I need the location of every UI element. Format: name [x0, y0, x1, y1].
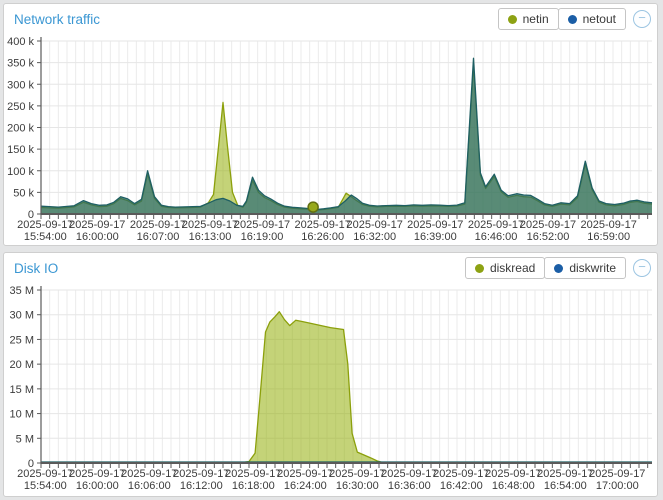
svg-text:2025-09-17: 2025-09-17: [69, 219, 125, 231]
legend-label: diskwrite: [569, 261, 616, 275]
svg-text:15 M: 15 M: [10, 384, 34, 396]
disk-io-chart[interactable]: 05 M10 M15 M20 M25 M30 M35 M2025-09-1715…: [4, 281, 654, 493]
svg-text:2025-09-17: 2025-09-17: [468, 219, 524, 231]
collapse-icon[interactable]: −: [633, 10, 651, 28]
svg-text:16:00:00: 16:00:00: [76, 231, 119, 243]
svg-text:2025-09-17: 2025-09-17: [182, 219, 238, 231]
disk-legend: diskread diskwrite: [466, 257, 626, 279]
svg-text:16:12:00: 16:12:00: [180, 480, 223, 492]
legend-item-netout[interactable]: netout: [558, 8, 626, 30]
svg-text:200 k: 200 k: [7, 123, 34, 135]
legend-label: diskread: [490, 261, 535, 275]
svg-text:2025-09-17: 2025-09-17: [17, 219, 73, 231]
svg-text:16:36:00: 16:36:00: [388, 480, 431, 492]
svg-text:2025-09-17: 2025-09-17: [347, 219, 403, 231]
svg-text:16:13:00: 16:13:00: [189, 231, 232, 243]
svg-text:2025-09-17: 2025-09-17: [173, 468, 229, 480]
disk-io-panel: Disk IO diskreaddiskwrite − 05 M10 M15 M…: [3, 252, 658, 497]
svg-text:16:52:00: 16:52:00: [527, 231, 570, 243]
svg-text:400 k: 400 k: [7, 36, 34, 48]
svg-text:17:00:00: 17:00:00: [596, 480, 639, 492]
svg-text:5 M: 5 M: [16, 433, 34, 445]
svg-text:16:48:00: 16:48:00: [492, 480, 535, 492]
svg-text:2025-09-17: 2025-09-17: [537, 468, 593, 480]
disk-io-header: Disk IO diskread diskwrite −: [4, 253, 657, 281]
svg-text:16:42:00: 16:42:00: [440, 480, 483, 492]
svg-text:2025-09-17: 2025-09-17: [17, 468, 73, 480]
svg-text:20 M: 20 M: [10, 359, 34, 371]
svg-text:15:54:00: 15:54:00: [24, 480, 67, 492]
svg-text:2025-09-17: 2025-09-17: [277, 468, 333, 480]
svg-text:16:07:00: 16:07:00: [137, 231, 180, 243]
svg-text:2025-09-17: 2025-09-17: [433, 468, 489, 480]
network-legend: netin netout: [499, 8, 626, 30]
svg-text:16:24:00: 16:24:00: [284, 480, 327, 492]
svg-text:2025-09-17: 2025-09-17: [295, 219, 351, 231]
svg-text:50 k: 50 k: [13, 187, 34, 199]
svg-text:2025-09-17: 2025-09-17: [485, 468, 541, 480]
netin-series-dot-icon: [508, 15, 517, 24]
svg-text:2025-09-17: 2025-09-17: [329, 468, 385, 480]
network-traffic-header: Network traffic netin netout −: [4, 4, 657, 32]
svg-text:350 k: 350 k: [7, 58, 34, 70]
network-traffic-panel: Network traffic netinnetout − 050 k100 k…: [3, 3, 658, 246]
svg-text:2025-09-17: 2025-09-17: [520, 219, 576, 231]
legend-label: netin: [523, 12, 549, 26]
svg-text:16:59:00: 16:59:00: [587, 231, 630, 243]
svg-text:10 M: 10 M: [10, 409, 34, 421]
svg-text:2025-09-17: 2025-09-17: [407, 219, 463, 231]
netout-series-dot-icon: [568, 15, 577, 24]
svg-text:2025-09-17: 2025-09-17: [130, 219, 186, 231]
svg-text:300 k: 300 k: [7, 79, 34, 91]
svg-text:16:32:00: 16:32:00: [353, 231, 396, 243]
svg-text:16:30:00: 16:30:00: [336, 480, 379, 492]
svg-text:16:26:00: 16:26:00: [301, 231, 344, 243]
svg-text:100 k: 100 k: [7, 166, 34, 178]
svg-text:16:00:00: 16:00:00: [76, 480, 119, 492]
svg-text:25 M: 25 M: [10, 334, 34, 346]
svg-text:16:39:00: 16:39:00: [414, 231, 457, 243]
legend-item-diskwrite[interactable]: diskwrite: [544, 257, 626, 279]
hover-marker-dot: [308, 202, 318, 212]
diskread-series-dot-icon: [475, 264, 484, 273]
collapse-icon[interactable]: −: [633, 259, 651, 277]
svg-text:2025-09-17: 2025-09-17: [225, 468, 281, 480]
legend-item-netin[interactable]: netin: [498, 8, 559, 30]
svg-text:15:54:00: 15:54:00: [24, 231, 67, 243]
panel-title-network-traffic: Network traffic: [14, 12, 100, 27]
svg-text:16:54:00: 16:54:00: [544, 480, 587, 492]
diskwrite-series-dot-icon: [554, 264, 563, 273]
svg-text:150 k: 150 k: [7, 144, 34, 156]
svg-text:35 M: 35 M: [10, 285, 34, 297]
svg-text:2025-09-17: 2025-09-17: [589, 468, 645, 480]
legend-label: netout: [583, 12, 616, 26]
legend-item-diskread[interactable]: diskread: [465, 257, 545, 279]
svg-text:2025-09-17: 2025-09-17: [121, 468, 177, 480]
svg-text:2025-09-17: 2025-09-17: [581, 219, 637, 231]
svg-text:30 M: 30 M: [10, 310, 34, 322]
svg-text:250 k: 250 k: [7, 101, 34, 113]
svg-text:2025-09-17: 2025-09-17: [234, 219, 290, 231]
panel-title-disk-io: Disk IO: [14, 261, 58, 276]
network-traffic-chart[interactable]: 050 k100 k150 k200 k250 k300 k350 k400 k…: [4, 32, 654, 244]
svg-text:16:46:00: 16:46:00: [475, 231, 518, 243]
svg-text:16:06:00: 16:06:00: [128, 480, 171, 492]
svg-text:16:19:00: 16:19:00: [241, 231, 284, 243]
svg-text:2025-09-17: 2025-09-17: [381, 468, 437, 480]
svg-text:16:18:00: 16:18:00: [232, 480, 275, 492]
svg-text:2025-09-17: 2025-09-17: [69, 468, 125, 480]
